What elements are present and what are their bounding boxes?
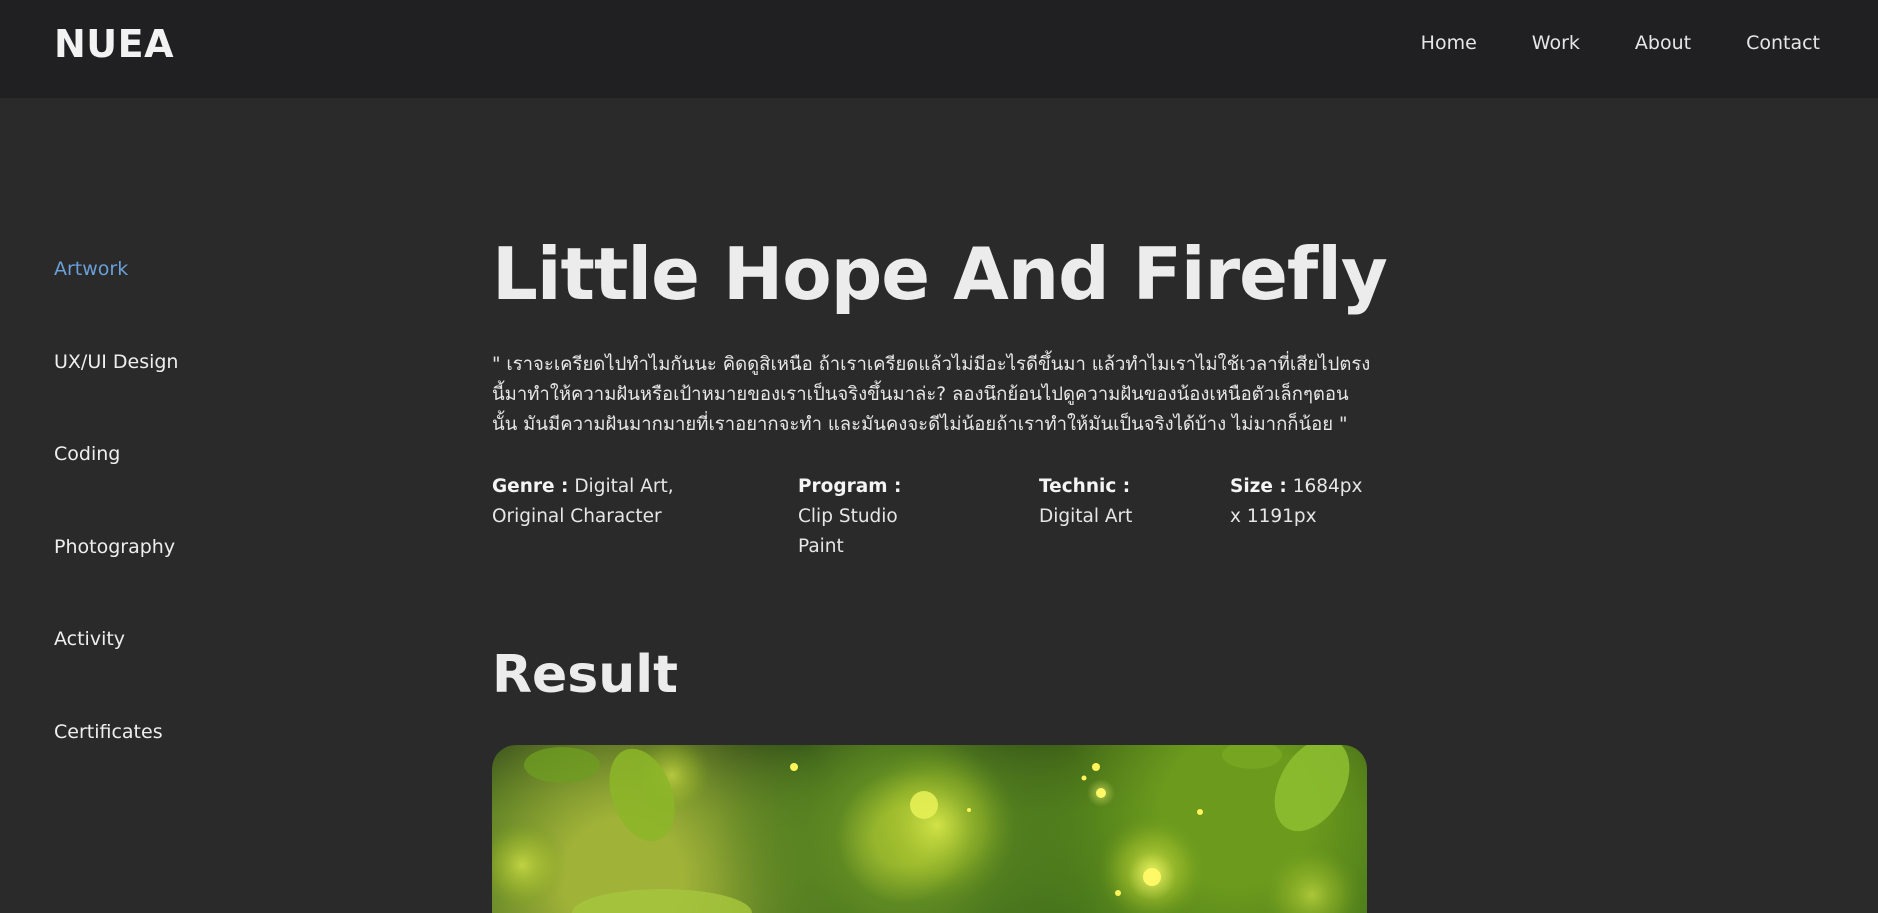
nav-link-about[interactable]: About — [1635, 32, 1691, 54]
meta-technic-value: Digital Art — [1039, 506, 1133, 527]
meta-program-key: Program : — [798, 476, 902, 497]
top-navigation-bar: NUEA Home Work About Contact — [0, 0, 1878, 98]
sidebar-item-coding[interactable]: Coding — [54, 443, 314, 536]
sidebar-item-photography[interactable]: Photography — [54, 536, 314, 629]
meta-program: Program : Clip Studio Paint — [798, 472, 938, 562]
artwork-image — [492, 745, 1367, 913]
nav-link-home[interactable]: Home — [1421, 32, 1477, 54]
result-heading: Result — [492, 645, 678, 705]
sidebar-item-certificates[interactable]: Certificates — [54, 721, 314, 814]
category-sidebar: Artwork UX/UI Design Coding Photography … — [54, 258, 314, 813]
meta-size: Size : 1684px x 1191px — [1230, 472, 1370, 532]
meta-program-value: Clip Studio Paint — [798, 506, 898, 557]
nav-link-work[interactable]: Work — [1532, 32, 1580, 54]
meta-genre: Genre : Digital Art, Original Character — [492, 472, 732, 532]
main-nav: Home Work About Contact — [1421, 32, 1820, 54]
sidebar-item-activity[interactable]: Activity — [54, 628, 314, 721]
meta-size-key: Size : — [1230, 476, 1287, 497]
site-logo[interactable]: NUEA — [54, 22, 174, 66]
sidebar-item-ux-ui-design[interactable]: UX/UI Design — [54, 351, 314, 444]
artwork-meta: Genre : Digital Art, Original Character … — [492, 472, 1372, 557]
artwork-description: " เราจะเครียดไปทำไมกันนะ คิดดูสิเหนือ ถ้… — [492, 354, 1371, 435]
nav-link-contact[interactable]: Contact — [1746, 32, 1820, 54]
sidebar-item-artwork[interactable]: Artwork — [54, 258, 314, 351]
meta-genre-key: Genre : — [492, 476, 569, 497]
meta-technic-key: Technic : — [1039, 476, 1131, 497]
firefly-artwork-illustration — [492, 745, 1362, 913]
page-title: Little Hope And Firefly — [492, 232, 1388, 316]
meta-technic: Technic : Digital Art — [1039, 472, 1139, 532]
